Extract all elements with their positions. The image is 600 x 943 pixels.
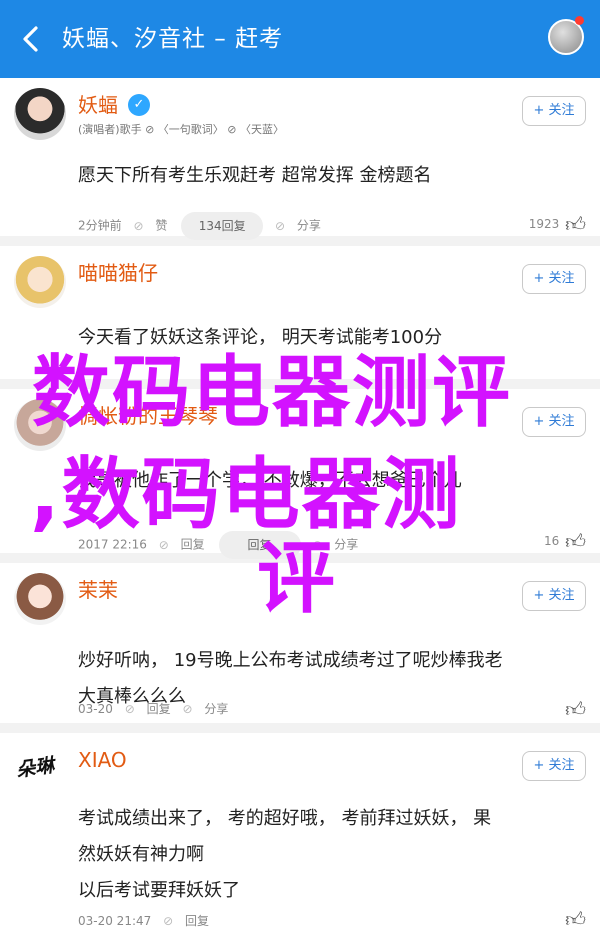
comment-item: 惆怅粉的王琴琴 + 关注 我是被他作了一个学， 不敢爆，不去想爸已个儿 2017… xyxy=(0,389,600,563)
reply-count-button[interactable]: 134回复 xyxy=(181,212,264,240)
like-button[interactable]: 👍︎ xyxy=(563,697,586,722)
follow-button[interactable]: + 关注 xyxy=(522,751,586,781)
avatar[interactable] xyxy=(14,573,66,625)
verified-icon: ✓ xyxy=(128,94,150,116)
username[interactable]: 惆怅粉的王琴琴 xyxy=(78,403,218,429)
comment-list: 妖蝠 ✓ (演唱者)歌手 ⊘ 〈一句歌词〉 ⊘ 〈天蓝〉 + 关注 愿天下所有考… xyxy=(0,78,600,943)
like-button[interactable]: 16 👍︎ xyxy=(544,529,586,554)
thumbs-up-icon: 👍︎ xyxy=(565,697,586,721)
like-count: 1923 xyxy=(528,217,560,231)
username[interactable]: XIAO xyxy=(78,747,127,773)
avatar[interactable] xyxy=(14,88,66,140)
username[interactable]: 茉茉 xyxy=(78,577,118,603)
back-arrow-icon[interactable] xyxy=(14,22,48,56)
comment-item: 茉茉 + 关注 炒好听呐， 19号晚上公布考试成绩考过了呢炒棒我老 大真棒么么么… xyxy=(0,563,600,733)
comment-footer: 2分钟前 ⊘ 赞 134回复 ⊘ 分享 xyxy=(78,212,321,240)
page-title: 妖蝠、汐音社 – 赶考 xyxy=(62,26,284,52)
comment-item: 朵琳 XIAO + 关注 考试成绩出来了， 考的超好哦， 考前拜过妖妖， 果 然… xyxy=(0,733,600,943)
calligraphy-logo: 朵琳 xyxy=(14,754,56,782)
separator: ⊘ xyxy=(312,537,323,552)
comment-line: 炒好听呐， 19号晚上公布考试成绩考过了呢炒棒我老 xyxy=(78,650,503,671)
comment-line: 今天看了妖妖这条评论， 明天考试能考100分 xyxy=(78,327,443,348)
separator: ⊘ xyxy=(182,702,193,716)
separator: ⊘ xyxy=(163,914,174,928)
notification-dot xyxy=(575,16,584,25)
follow-button[interactable]: + 关注 xyxy=(522,407,586,437)
thumbs-up-icon: 👍︎ xyxy=(565,212,586,236)
comment-line: 以后考试要拜妖妖了 xyxy=(78,880,240,901)
reply-action[interactable]: 回复 xyxy=(185,914,209,928)
comment-text: 我是被他作了一个学， 不敢爆，不去想爸已个儿 xyxy=(78,463,578,499)
comment-line: 我是被他作了一个学， 不敢爆，不去想爸已个儿 xyxy=(78,470,462,491)
avatar[interactable] xyxy=(14,256,66,308)
comment-line: 然妖妖有神力啊 xyxy=(78,844,204,865)
comment-item: 喵喵猫仔 + 关注 今天看了妖妖这条评论， 明天考试能考100分 xyxy=(0,246,600,389)
like-button[interactable]: 👍︎ xyxy=(563,907,586,932)
separator: ⊘ xyxy=(124,702,135,716)
username[interactable]: 喵喵猫仔 xyxy=(78,260,158,286)
comment-time: 2分钟前 xyxy=(78,218,122,233)
reply-button[interactable]: 回复 xyxy=(218,531,301,559)
thumbs-up-icon: 👍︎ xyxy=(565,907,586,931)
share-button[interactable]: 分享 xyxy=(334,538,358,552)
share-button[interactable]: 分享 xyxy=(204,702,228,716)
like-action[interactable]: 赞 xyxy=(155,219,167,233)
comment-line: 愿天下所有考生乐观赶考 超常发挥 金榜题名 xyxy=(78,165,432,186)
like-button[interactable]: 1923 👍︎ xyxy=(529,212,586,237)
user-meta: (演唱者)歌手 ⊘ 〈一句歌词〉 ⊘ 〈天蓝〉 xyxy=(78,123,285,136)
comment-text: 愿天下所有考生乐观赶考 超常发挥 金榜题名 xyxy=(78,158,578,194)
comment-time: 2017 22:16 xyxy=(78,537,147,552)
reply-action[interactable]: 回复 xyxy=(181,538,205,552)
follow-button[interactable]: + 关注 xyxy=(522,264,586,294)
thumbs-up-icon: 👍︎ xyxy=(565,529,586,553)
comment-footer: 2017 22:16 ⊘ 回复 回复 ⊘ 分享 xyxy=(78,531,358,559)
comment-item: 妖蝠 ✓ (演唱者)歌手 ⊘ 〈一句歌词〉 ⊘ 〈天蓝〉 + 关注 愿天下所有考… xyxy=(0,78,600,246)
avatar[interactable]: 朵琳 xyxy=(14,743,66,795)
follow-button[interactable]: + 关注 xyxy=(522,96,586,126)
separator: ⊘ xyxy=(133,218,144,233)
comment-time: 03-20 21:47 xyxy=(78,914,152,928)
avatar[interactable] xyxy=(14,399,66,451)
username[interactable]: 妖蝠 xyxy=(78,92,118,118)
comment-text: 今天看了妖妖这条评论， 明天考试能考100分 xyxy=(78,320,578,356)
separator: ⊘ xyxy=(275,218,286,233)
comment-footer: 03-20 ⊘ 回复 ⊘ 分享 xyxy=(78,699,228,719)
like-count: 16 xyxy=(543,534,560,548)
comment-time: 03-20 xyxy=(78,702,113,716)
separator: ⊘ xyxy=(158,537,169,552)
top-bar: 妖蝠、汐音社 – 赶考 xyxy=(0,0,600,78)
reply-action[interactable]: 回复 xyxy=(147,702,171,716)
comment-text: 考试成绩出来了， 考的超好哦， 考前拜过妖妖， 果 然妖妖有神力啊 以后考试要拜… xyxy=(78,801,578,909)
share-button[interactable]: 分享 xyxy=(297,219,321,233)
comment-footer: 03-20 21:47 ⊘ 回复 xyxy=(78,911,209,931)
comment-line: 考试成绩出来了， 考的超好哦， 考前拜过妖妖， 果 xyxy=(78,808,492,829)
follow-button[interactable]: + 关注 xyxy=(522,581,586,611)
